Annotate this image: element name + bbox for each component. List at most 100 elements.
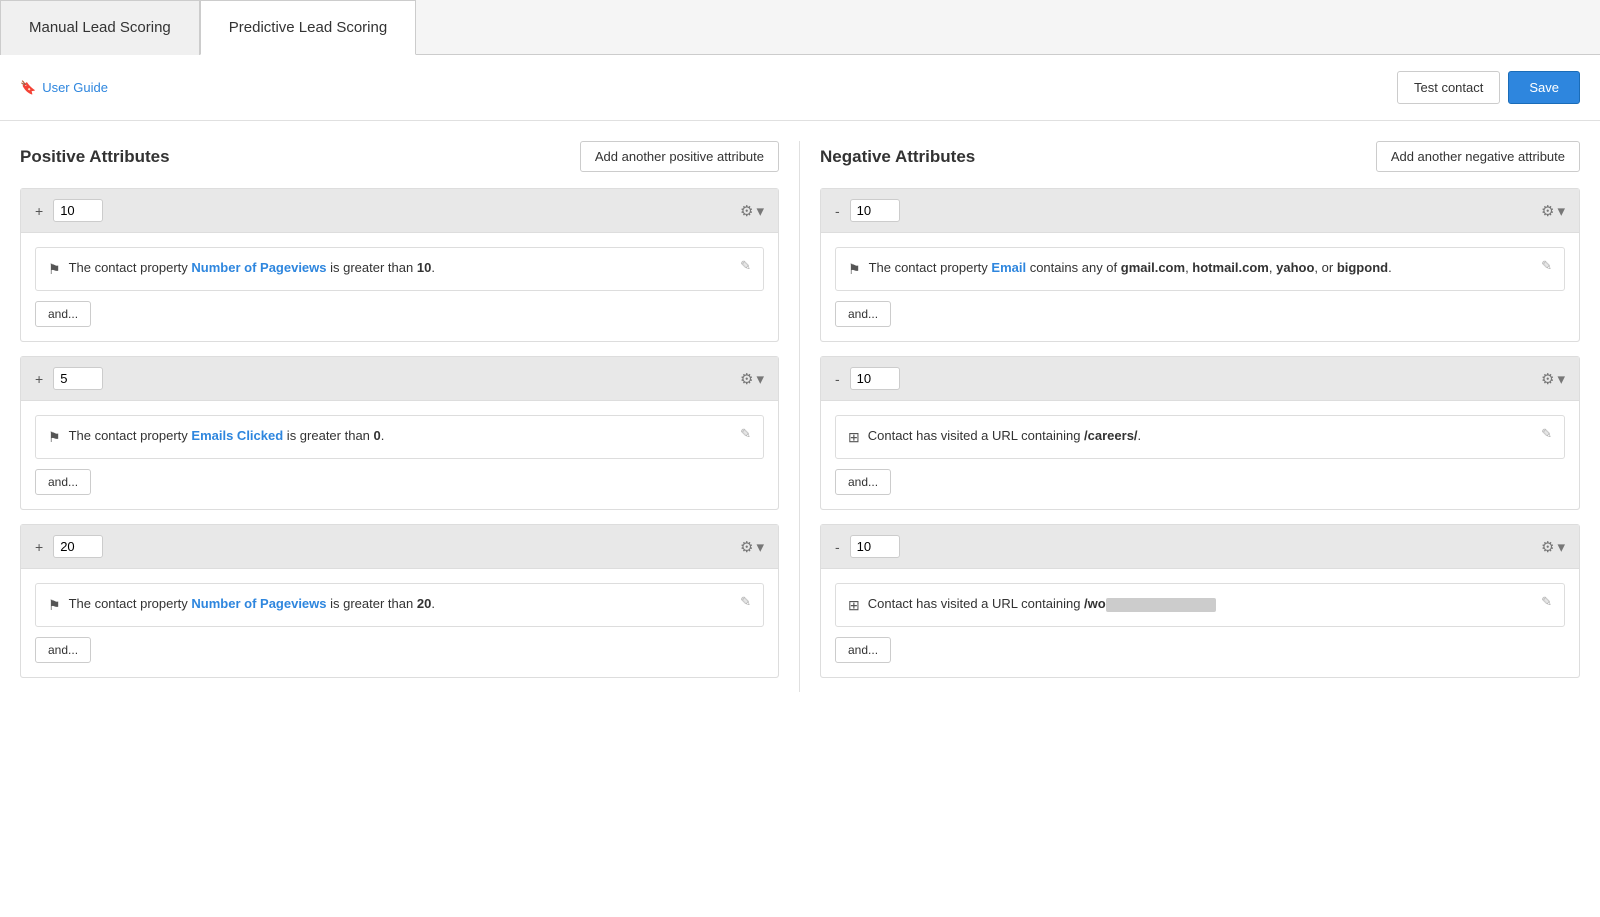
positive-card-2: + ⚙ ▾ ⚑ The contact property Emails Clic… [20, 356, 779, 510]
gear-icon: ⚙ [1541, 202, 1554, 220]
tab-predictive-label: Predictive Lead Scoring [229, 19, 387, 36]
add-positive-attr-button[interactable]: Add another positive attribute [580, 141, 779, 172]
user-guide-link[interactable]: 🔖 User Guide [20, 80, 108, 96]
negative-card-1-score-input[interactable] [850, 199, 900, 222]
positive-rule-1-post: . [431, 260, 435, 275]
main-content: Positive Attributes Add another positive… [0, 121, 1600, 712]
toolbar-actions: Test contact Save [1397, 71, 1580, 104]
tab-predictive[interactable]: Predictive Lead Scoring [200, 0, 416, 55]
negative-attributes-panel: Negative Attributes Add another negative… [800, 141, 1580, 692]
positive-rule-2-edit-icon[interactable]: ✎ [740, 426, 751, 442]
chevron-down-icon: ▾ [756, 538, 764, 556]
chevron-down-icon: ▾ [756, 202, 764, 220]
add-negative-attr-button[interactable]: Add another negative attribute [1376, 141, 1580, 172]
test-contact-button[interactable]: Test contact [1397, 71, 1500, 104]
negative-card-3-score-input[interactable] [850, 535, 900, 558]
positive-rule-1: ⚑ The contact property Number of Pagevie… [35, 247, 764, 291]
toolbar: 🔖 User Guide Test contact Save [0, 55, 1600, 121]
positive-rule-1-link[interactable]: Number of Pageviews [191, 260, 326, 275]
negative-title: Negative Attributes [820, 147, 975, 167]
gear-icon: ⚙ [740, 202, 753, 220]
positive-rule-1-bold: 10 [417, 260, 431, 275]
positive-card-3: + ⚙ ▾ ⚑ The contact property Number of P… [20, 524, 779, 678]
positive-card-3-header: + ⚙ ▾ [21, 525, 778, 569]
positive-rule-3: ⚑ The contact property Number of Pagevie… [35, 583, 764, 627]
blurred-text [1106, 598, 1216, 612]
negative-rule-1-edit-icon[interactable]: ✎ [1541, 258, 1552, 274]
positive-card-1-header: + ⚙ ▾ [21, 189, 778, 233]
positive-rule-2-mid: is greater than [283, 428, 373, 443]
negative-rule-3-edit-icon[interactable]: ✎ [1541, 594, 1552, 610]
tab-manual-label: Manual Lead Scoring [29, 19, 171, 36]
negative-card-1-gear-button[interactable]: ⚙ ▾ [1541, 202, 1565, 220]
negative-card-2-gear-button[interactable]: ⚙ ▾ [1541, 370, 1565, 388]
negative-rule-3: ⊞ Contact has visited a URL containing /… [835, 583, 1565, 627]
positive-rule-1-edit-icon[interactable]: ✎ [740, 258, 751, 274]
negative-card-3-and-button[interactable]: and... [835, 637, 891, 663]
positive-card-3-prefix: + [35, 539, 43, 555]
positive-card-2-gear-button[interactable]: ⚙ ▾ [740, 370, 764, 388]
negative-card-1-and-button[interactable]: and... [835, 301, 891, 327]
positive-rule-3-post: . [431, 596, 435, 611]
negative-rule-2: ⊞ Contact has visited a URL containing /… [835, 415, 1565, 459]
negative-rule-2-edit-icon[interactable]: ✎ [1541, 426, 1552, 442]
gear-icon: ⚙ [1541, 370, 1554, 388]
negative-panel-header: Negative Attributes Add another negative… [820, 141, 1580, 172]
negative-card-3: - ⚙ ▾ ⊞ Contact has visited a URL contai… [820, 524, 1580, 678]
positive-card-1: + ⚙ ▾ ⚑ The contact property Number of P… [20, 188, 779, 342]
negative-rule-3-bold: /wo [1084, 596, 1106, 611]
book-icon: 🔖 [20, 80, 36, 96]
positive-title: Positive Attributes [20, 147, 170, 167]
chevron-down-icon: ▾ [1557, 370, 1565, 388]
positive-rule-3-mid: is greater than [327, 596, 417, 611]
positive-card-3-score-input[interactable] [53, 535, 103, 558]
positive-card-2-header: + ⚙ ▾ [21, 357, 778, 401]
negative-rule-2-text: ⊞ Contact has visited a URL containing /… [848, 426, 1541, 448]
positive-rule-3-edit-icon[interactable]: ✎ [740, 594, 751, 610]
negative-card-2-and-button[interactable]: and... [835, 469, 891, 495]
user-guide-label: User Guide [42, 80, 108, 95]
negative-rule-1-bold-4: bigpond [1337, 260, 1388, 275]
flag-icon: ⚑ [48, 259, 61, 280]
negative-rule-1-link[interactable]: Email [991, 260, 1026, 275]
chevron-down-icon: ▾ [1557, 202, 1565, 220]
positive-card-1-score-input[interactable] [53, 199, 103, 222]
negative-card-3-body: ⊞ Contact has visited a URL containing /… [821, 569, 1579, 677]
chevron-down-icon: ▾ [756, 370, 764, 388]
flag-icon: ⚑ [848, 259, 861, 280]
grid-icon: ⊞ [848, 427, 860, 448]
negative-card-3-header: - ⚙ ▾ [821, 525, 1579, 569]
negative-card-2: - ⚙ ▾ ⊞ Contact has visited a URL contai… [820, 356, 1580, 510]
positive-card-3-gear-button[interactable]: ⚙ ▾ [740, 538, 764, 556]
negative-card-2-body: ⊞ Contact has visited a URL containing /… [821, 401, 1579, 509]
negative-card-2-prefix: - [835, 371, 840, 387]
positive-attributes-panel: Positive Attributes Add another positive… [20, 141, 800, 692]
positive-card-2-score-input[interactable] [53, 367, 103, 390]
positive-rule-3-pre: The contact property [69, 596, 192, 611]
negative-card-1-header: - ⚙ ▾ [821, 189, 1579, 233]
positive-card-3-and-button[interactable]: and... [35, 637, 91, 663]
tab-manual[interactable]: Manual Lead Scoring [0, 0, 200, 55]
positive-card-2-and-button[interactable]: and... [35, 469, 91, 495]
negative-card-2-score-input[interactable] [850, 367, 900, 390]
positive-card-1-gear-button[interactable]: ⚙ ▾ [740, 202, 764, 220]
positive-rule-1-pre: The contact property [69, 260, 192, 275]
positive-card-2-body: ⚑ The contact property Emails Clicked is… [21, 401, 778, 509]
negative-rule-1: ⚑ The contact property Email contains an… [835, 247, 1565, 291]
negative-rule-1-bold-2: hotmail.com [1192, 260, 1269, 275]
negative-card-1-prefix: - [835, 203, 840, 219]
positive-rule-3-link[interactable]: Number of Pageviews [191, 596, 326, 611]
negative-rule-2-bold: /careers/ [1084, 428, 1138, 443]
positive-rule-2-bold: 0 [374, 428, 381, 443]
negative-rule-1-text: ⚑ The contact property Email contains an… [848, 258, 1541, 280]
negative-rule-1-bold-1: gmail.com [1121, 260, 1185, 275]
negative-card-3-gear-button[interactable]: ⚙ ▾ [1541, 538, 1565, 556]
positive-card-1-and-button[interactable]: and... [35, 301, 91, 327]
save-button[interactable]: Save [1508, 71, 1580, 104]
positive-card-3-body: ⚑ The contact property Number of Pagevie… [21, 569, 778, 677]
tab-bar: Manual Lead Scoring Predictive Lead Scor… [0, 0, 1600, 55]
positive-rule-2-pre: The contact property [69, 428, 192, 443]
gear-icon: ⚙ [1541, 538, 1554, 556]
positive-rule-2-link[interactable]: Emails Clicked [191, 428, 283, 443]
positive-panel-header: Positive Attributes Add another positive… [20, 141, 779, 172]
